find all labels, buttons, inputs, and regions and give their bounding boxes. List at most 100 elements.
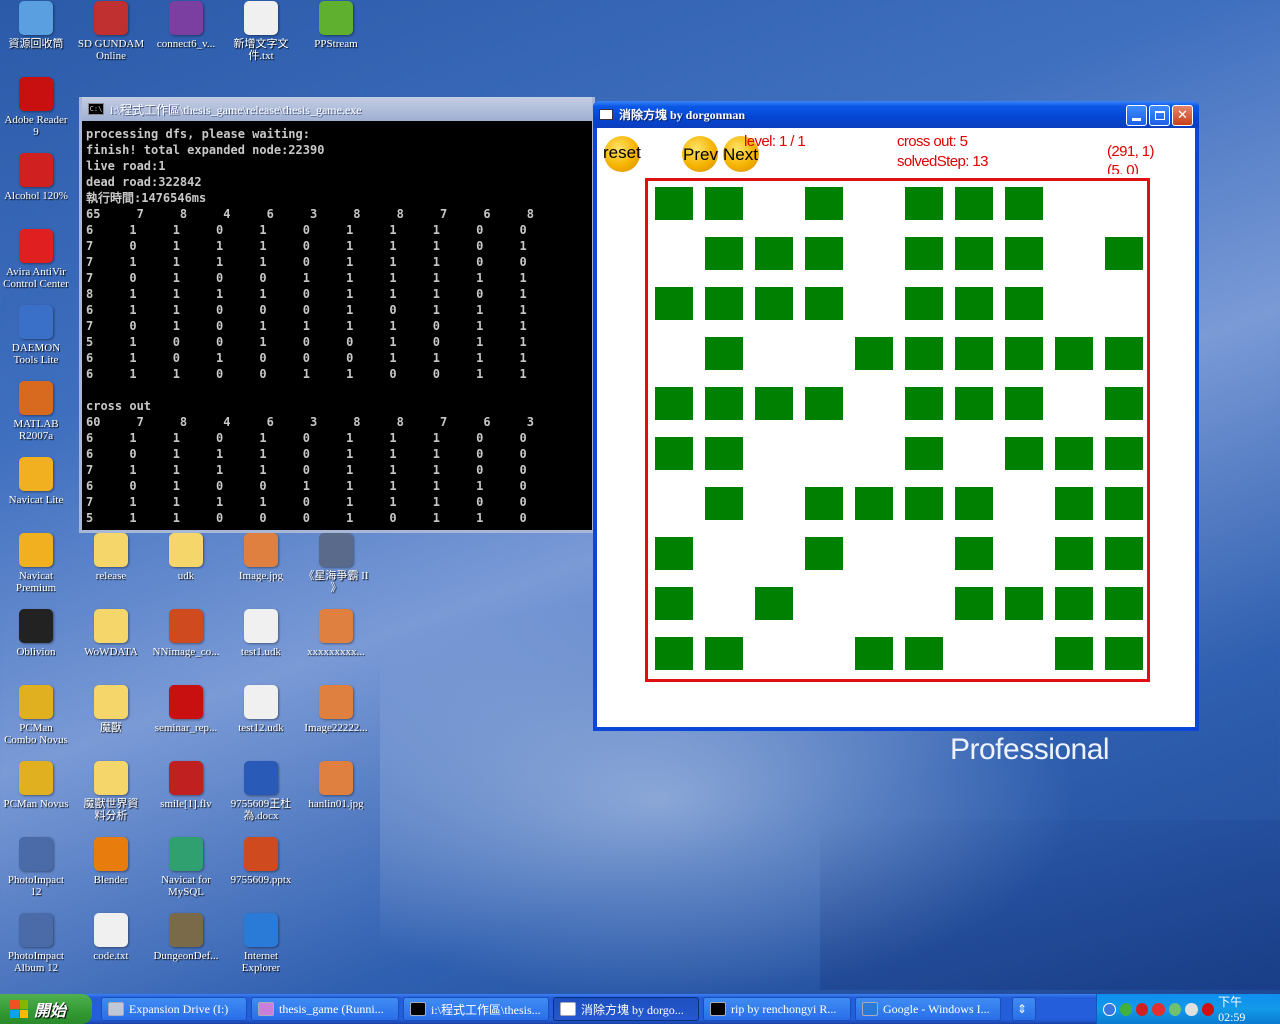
board-block[interactable] [955,287,993,320]
board-block[interactable] [1055,487,1093,520]
console-title-bar[interactable]: C:\ i:\程式工作區\thesis_game\release\thesis_… [82,97,592,121]
board-block[interactable] [1005,237,1043,270]
desktop-icon[interactable]: Navicat for MySQL [148,837,224,898]
board-block[interactable] [655,537,693,570]
board-block[interactable] [655,587,693,620]
board-block[interactable] [855,637,893,670]
board-block[interactable] [705,187,743,220]
desktop-icon[interactable]: Avira AntiVir Control Center [0,229,74,290]
desktop-icon[interactable]: Internet Explorer [223,913,299,974]
desktop-icon[interactable]: 9755609王杜 為.docx [223,761,299,822]
desktop-icon[interactable]: PhotoImpact 12 [0,837,74,898]
board-block[interactable] [905,487,943,520]
board-block[interactable] [1055,587,1093,620]
minimize-button[interactable] [1126,105,1147,126]
quick-launch-chevron[interactable]: ⇕ [1012,997,1036,1021]
board-block[interactable] [905,387,943,420]
desktop-icon[interactable]: PhotoImpact Album 12 [0,913,74,974]
board-block[interactable] [655,287,693,320]
board-block[interactable] [805,537,843,570]
taskbar-item[interactable]: 消除方塊 by dorgo... [553,997,699,1021]
reset-button[interactable]: reset [603,143,641,163]
desktop-icon[interactable]: 資源回收筒 [0,1,74,50]
desktop-icon[interactable]: 新增文字文 件.txt [223,1,299,62]
game-board[interactable] [645,178,1150,682]
board-block[interactable] [1005,587,1043,620]
desktop-icon[interactable]: connect6_v... [148,1,224,50]
desktop-icon[interactable]: WoWDATA [73,609,149,658]
desktop-icon[interactable]: 魔獸世界資 料分析 [73,761,149,822]
board-block[interactable] [655,187,693,220]
safely-remove-icon[interactable] [1168,1002,1182,1016]
desktop-icon[interactable]: Oblivion [0,609,74,658]
board-block[interactable] [1005,187,1043,220]
board-block[interactable] [955,387,993,420]
desktop-icon[interactable]: hanlin01.jpg [298,761,374,810]
desktop-icon[interactable]: 《星海爭霸 II 》 [298,533,374,594]
board-block[interactable] [955,237,993,270]
board-block[interactable] [755,287,793,320]
board-block[interactable] [755,237,793,270]
desktop-icon[interactable]: PPStream [298,1,374,50]
desktop-icon[interactable]: Alcohol 120% [0,153,74,202]
board-block[interactable] [705,237,743,270]
antivirus-icon[interactable] [1135,1002,1149,1016]
board-block[interactable] [655,637,693,670]
desktop-icon[interactable]: Adobe Reader 9 [0,77,74,138]
board-block[interactable] [1005,337,1043,370]
board-block[interactable] [705,387,743,420]
board-block[interactable] [905,637,943,670]
board-block[interactable] [1105,637,1143,670]
board-block[interactable] [705,337,743,370]
desktop-icon[interactable]: udk [148,533,224,582]
desktop-icon[interactable]: code.txt [73,913,149,962]
board-block[interactable] [805,487,843,520]
board-block[interactable] [955,487,993,520]
board-block[interactable] [1105,237,1143,270]
board-block[interactable] [655,437,693,470]
start-button[interactable]: 開始 [0,994,92,1024]
tray-expand-icon[interactable] [1103,1002,1116,1016]
board-block[interactable] [1055,637,1093,670]
board-block[interactable] [1105,537,1143,570]
board-block[interactable] [1055,437,1093,470]
board-block[interactable] [1105,587,1143,620]
board-block[interactable] [1105,337,1143,370]
board-block[interactable] [855,337,893,370]
board-block[interactable] [705,487,743,520]
board-block[interactable] [855,487,893,520]
maximize-button[interactable] [1149,105,1170,126]
desktop-icon[interactable]: test12.udk [223,685,299,734]
board-block[interactable] [1105,437,1143,470]
desktop-icon[interactable]: release [73,533,149,582]
desktop-icon[interactable]: DungeonDef... [148,913,224,962]
board-block[interactable] [805,387,843,420]
taskbar-item[interactable]: Google - Windows I... [855,997,1001,1021]
close-button[interactable]: ✕ [1172,105,1193,126]
prev-button[interactable]: Prev [683,145,718,165]
board-block[interactable] [905,437,943,470]
desktop-icon[interactable]: PCMan Novus [0,761,74,810]
board-block[interactable] [755,587,793,620]
board-block[interactable] [905,187,943,220]
board-block[interactable] [1005,387,1043,420]
desktop-icon[interactable]: smile[1].flv [148,761,224,810]
board-block[interactable] [955,337,993,370]
desktop-icon[interactable]: NNimage_co... [148,609,224,658]
desktop-icon[interactable]: Image22222... [298,685,374,734]
desktop-icon[interactable]: SD GUNDAM Online [73,1,149,62]
desktop-icon[interactable]: DAEMON Tools Lite [0,305,74,366]
desktop-icon[interactable]: 9755609.pptx [223,837,299,886]
game-title-bar[interactable]: 消除方塊 by dorgonman ✕ [593,101,1199,128]
board-block[interactable] [1055,337,1093,370]
board-block[interactable] [955,537,993,570]
board-block[interactable] [705,437,743,470]
desktop-icon[interactable]: Navicat Premium [0,533,74,594]
board-block[interactable] [805,187,843,220]
network-icon[interactable] [1119,1002,1132,1016]
desktop-icon[interactable]: test1.udk [223,609,299,658]
board-block[interactable] [905,237,943,270]
security-shield-icon[interactable] [1152,1002,1165,1016]
board-block[interactable] [805,237,843,270]
desktop-icon[interactable]: MATLAB R2007a [0,381,74,442]
